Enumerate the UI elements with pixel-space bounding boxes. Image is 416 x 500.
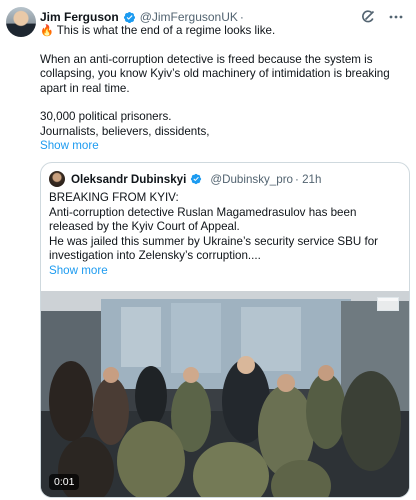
grok-icon[interactable] bbox=[360, 9, 376, 25]
quote-line-2: Anti-corruption detective Ruslan Magamed… bbox=[49, 205, 357, 234]
quote-timestamp: · 21h bbox=[295, 172, 322, 186]
quote-author-handle: @Dubinsky_pro bbox=[210, 172, 294, 186]
author-name[interactable]: Jim Ferguson bbox=[40, 10, 119, 24]
video-frame bbox=[41, 291, 409, 497]
separator-dot: · bbox=[239, 10, 244, 24]
quote-show-more-link[interactable]: Show more bbox=[49, 264, 401, 279]
show-more-link[interactable]: Show more bbox=[40, 139, 99, 154]
video-player[interactable]: 0:01 bbox=[41, 291, 409, 497]
post-line-2: When an anti-corruption detective is fre… bbox=[40, 52, 390, 95]
quoted-post[interactable]: Oleksandr Dubinskyi @Dubinsky_pro · 21h … bbox=[40, 162, 410, 498]
post-header: Jim Ferguson @JimFergusonUK · bbox=[40, 9, 408, 25]
post-line-1: This is what the end of a regime looks l… bbox=[56, 24, 276, 37]
verified-badge-icon bbox=[190, 173, 202, 185]
author-handle[interactable]: @JimFergusonUK bbox=[140, 10, 238, 24]
header-actions bbox=[360, 9, 404, 25]
quote-author-avatar bbox=[49, 171, 65, 187]
quote-text: BREAKING FROM KYIV: Anti-corruption dete… bbox=[49, 191, 401, 279]
post-line-3: 30,000 political prisoners. bbox=[40, 110, 172, 123]
quote-header: Oleksandr Dubinskyi @Dubinsky_pro · 21h bbox=[49, 171, 401, 187]
fire-icon: 🔥 bbox=[40, 25, 54, 37]
quote-line-3: He was jailed this summer by Ukraine’s s… bbox=[49, 234, 379, 263]
post-text: 🔥 This is what the end of a regime looks… bbox=[40, 24, 406, 154]
video-timecode: 0:01 bbox=[49, 474, 80, 490]
quote-line-1: BREAKING FROM KYIV: bbox=[49, 191, 179, 204]
verified-badge-icon bbox=[123, 11, 136, 24]
fullscreen-indicator bbox=[377, 297, 399, 311]
author-avatar[interactable] bbox=[6, 7, 36, 37]
post-line-4: Journalists, believers, dissidents, bbox=[40, 124, 210, 138]
quote-author-name: Oleksandr Dubinskyi bbox=[71, 172, 187, 186]
more-icon[interactable] bbox=[388, 9, 404, 25]
